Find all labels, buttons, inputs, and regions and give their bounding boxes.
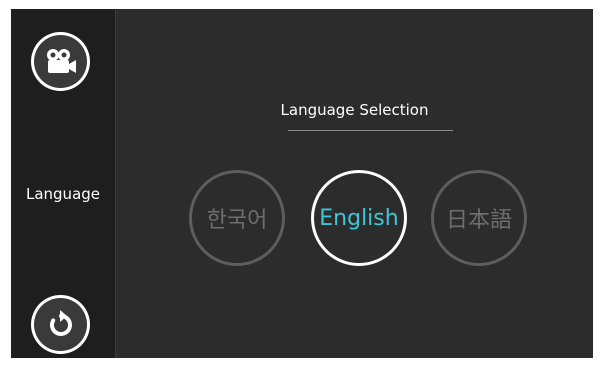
camera-button[interactable] — [31, 32, 90, 91]
title-divider — [288, 130, 453, 131]
sidebar: Language — [11, 9, 116, 358]
main-panel: Language Selection 한국어 English 日本語 — [116, 9, 593, 358]
refresh-icon — [34, 298, 87, 351]
language-option-korean[interactable]: 한국어 — [189, 170, 285, 266]
sidebar-label: Language — [25, 185, 101, 203]
app-screen: Language Language Selection 한국어 English … — [11, 9, 593, 358]
page-title: Language Selection — [280, 101, 429, 119]
video-camera-icon — [34, 35, 87, 88]
refresh-button[interactable] — [31, 295, 90, 354]
language-option-english[interactable]: English — [311, 170, 407, 266]
language-option-japanese[interactable]: 日本語 — [431, 170, 527, 266]
